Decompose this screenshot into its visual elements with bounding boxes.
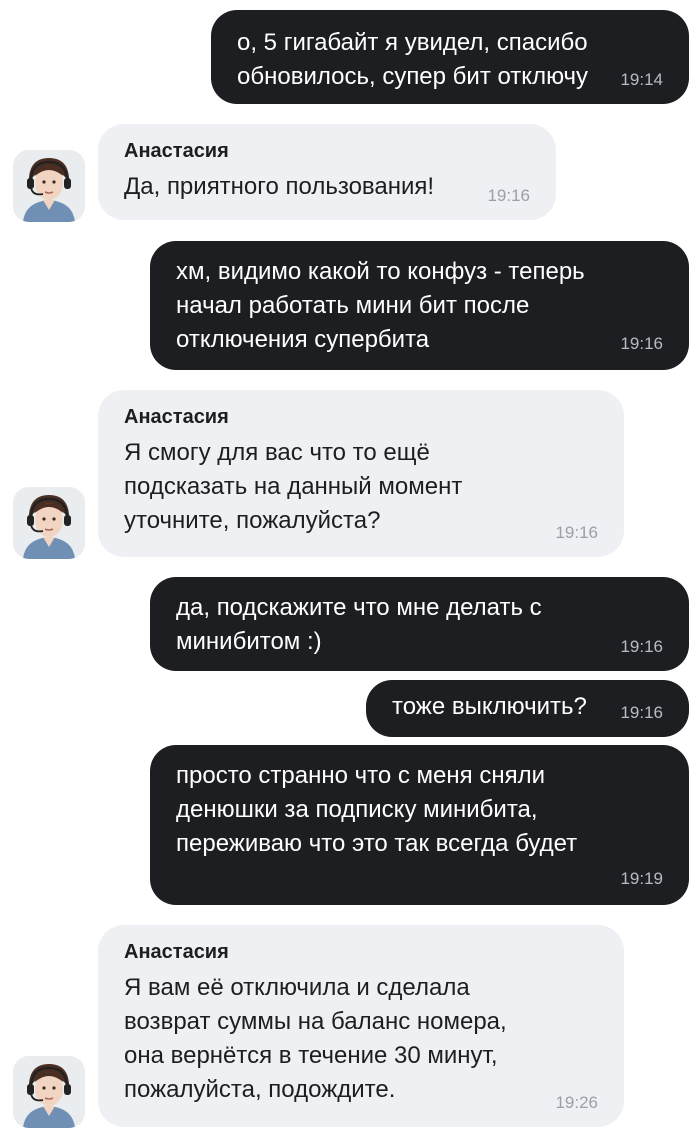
message-time: 19:16 [555, 523, 598, 542]
message-time: 19:16 [620, 334, 663, 353]
message-text: хм, видимо какой то конфуз - теперь нача… [176, 258, 585, 353]
outgoing-message[interactable]: просто странно что с меня сняли денюшки … [150, 745, 689, 905]
message-text: Я вам её отключила и сделала возврат сум… [124, 974, 507, 1103]
message-time: 19:16 [487, 186, 530, 205]
sender-name: Анастасия [124, 406, 229, 428]
outgoing-message[interactable]: о, 5 гигабайт я увидел, спасибо обновило… [211, 10, 689, 104]
message-time: 19:19 [620, 869, 663, 888]
outgoing-message[interactable]: тоже выключить? 19:16 [366, 680, 689, 737]
outgoing-message[interactable]: да, подскажите что мне делать с минибито… [150, 577, 689, 671]
incoming-message[interactable]: Анастасия Я смогу для вас что то ещё под… [98, 390, 624, 557]
operator-avatar-icon [13, 150, 85, 222]
sender-name: Анастасия [124, 140, 229, 162]
incoming-message[interactable]: Анастасия Да, приятного пользования! 19:… [98, 124, 556, 220]
message-text: Я смогу для вас что то ещё подсказать на… [124, 439, 463, 534]
sender-name: Анастасия [124, 941, 229, 963]
message-text: Да, приятного пользования! [124, 173, 435, 200]
message-time: 19:14 [620, 70, 663, 89]
message-time: 19:16 [620, 703, 663, 722]
operator-avatar-icon [13, 487, 85, 559]
message-text: о, 5 гигабайт я увидел, спасибо обновило… [237, 29, 589, 90]
message-text: да, подскажите что мне делать с минибито… [176, 594, 542, 655]
outgoing-message[interactable]: хм, видимо какой то конфуз - теперь нача… [150, 241, 689, 370]
message-time: 19:16 [620, 637, 663, 656]
operator-avatar-icon [13, 1056, 85, 1128]
incoming-message[interactable]: Анастасия Я вам её отключила и сделала в… [98, 925, 624, 1127]
message-time: 19:26 [555, 1093, 598, 1112]
chat-thread: о, 5 гигабайт я увидел, спасибо обновило… [0, 0, 700, 1132]
message-text: просто странно что с меня сняли денюшки … [176, 762, 578, 857]
